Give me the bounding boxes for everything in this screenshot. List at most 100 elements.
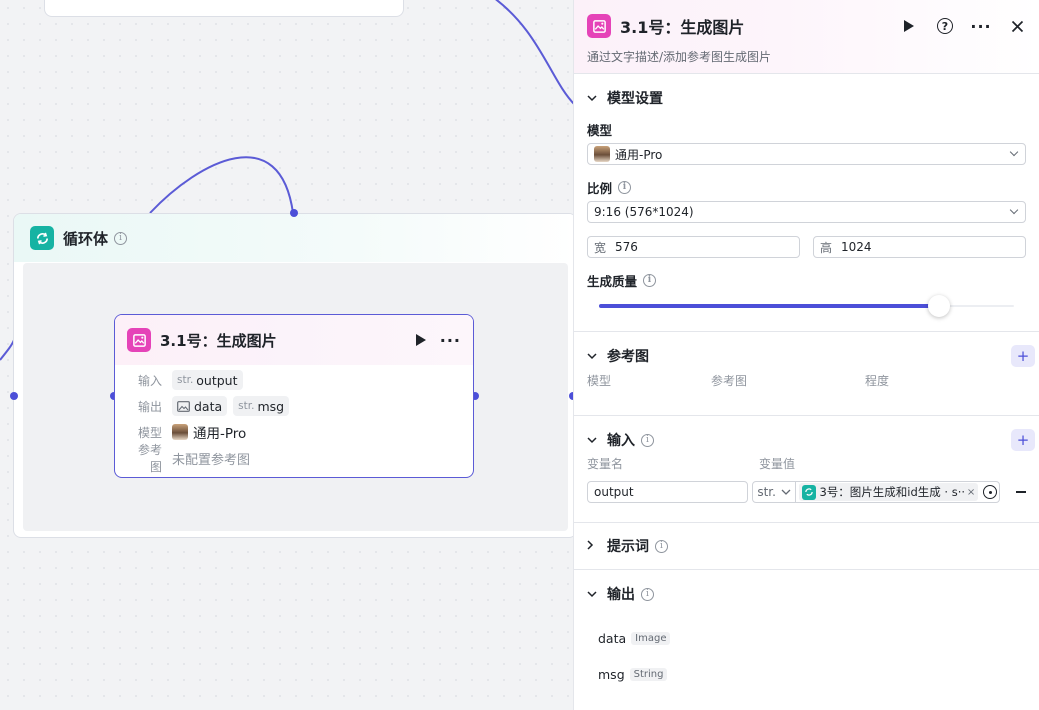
output-msg-value: msg bbox=[257, 398, 285, 414]
close-button[interactable] bbox=[1008, 17, 1026, 35]
loop-node-title: 循环体 bbox=[63, 229, 109, 248]
var-type-select[interactable]: str. bbox=[757, 485, 776, 499]
help-button[interactable]: ? bbox=[936, 17, 954, 35]
width-value: 576 bbox=[615, 240, 638, 254]
node-input-row: 输入 str. output bbox=[115, 367, 473, 393]
model-avatar bbox=[594, 146, 610, 162]
info-icon[interactable]: i bbox=[641, 433, 654, 447]
section-title: 输入 bbox=[607, 433, 635, 449]
more-icon: ··· bbox=[970, 16, 992, 36]
model-avatar bbox=[172, 424, 188, 440]
type-prefix: str. bbox=[177, 374, 194, 386]
input-key: 输入 bbox=[137, 373, 162, 388]
model-select-value: 通用-Pro bbox=[615, 147, 663, 162]
info-icon[interactable]: i bbox=[641, 587, 654, 601]
output-type-badge: Image bbox=[631, 631, 671, 645]
var-value-input[interactable]: str. 3号：图片生成和id生成 · s··· × bbox=[752, 481, 1001, 503]
prompt-header[interactable]: 提示词 i bbox=[587, 523, 1026, 569]
image-gen-icon bbox=[587, 14, 611, 38]
ratio-select[interactable]: 9:16 (576*1024) bbox=[587, 201, 1026, 223]
input-col-name: 变量名 bbox=[587, 457, 624, 471]
loop-icon bbox=[801, 484, 817, 500]
model-key: 模型 bbox=[137, 425, 162, 440]
output-name: msg bbox=[598, 666, 625, 682]
chevron-down-icon bbox=[587, 434, 603, 447]
prompt-section: 提示词 i bbox=[574, 523, 1039, 570]
width-input[interactable]: 宽 576 bbox=[587, 236, 800, 258]
ref-col-degree: 程度 bbox=[865, 374, 890, 388]
reference-section: 参考图 + 模型 参考图 程度 bbox=[574, 332, 1039, 416]
output-key: 输出 bbox=[137, 399, 162, 414]
var-name-input[interactable]: output bbox=[587, 481, 749, 503]
info-icon[interactable]: i bbox=[655, 539, 668, 553]
output-section: 输出 i data Image msg String bbox=[574, 570, 1039, 710]
input-tag: str. output bbox=[172, 370, 243, 390]
output-item: data Image bbox=[598, 620, 1026, 656]
info-icon[interactable]: i bbox=[643, 274, 657, 287]
chevron-down-icon bbox=[781, 489, 791, 495]
more-icon[interactable]: ··· bbox=[440, 331, 461, 350]
section-title: 输出 bbox=[607, 587, 635, 603]
quality-label: 生成质量 i bbox=[587, 271, 1026, 290]
height-input[interactable]: 高 1024 bbox=[813, 236, 1026, 258]
ratio-label-text: 比例 bbox=[587, 181, 613, 196]
add-input-button[interactable]: + bbox=[1011, 429, 1035, 451]
height-label: 高 bbox=[820, 240, 833, 255]
ref-col-image: 参考图 bbox=[711, 374, 748, 388]
close-icon bbox=[1011, 20, 1023, 32]
model-select[interactable]: 通用-Pro bbox=[587, 143, 1026, 165]
var-name-value: output bbox=[594, 485, 634, 499]
node-settings-panel: 3.1号：生成图片 ? ··· 通过文字描述/添加参考图生成图片 模型设置 模型… bbox=[573, 0, 1039, 710]
question-icon: ? bbox=[937, 18, 953, 34]
type-prefix: str. bbox=[238, 400, 255, 412]
height-value: 1024 bbox=[841, 240, 872, 254]
previous-node[interactable] bbox=[44, 0, 404, 17]
info-icon[interactable]: i bbox=[114, 231, 128, 245]
section-title: 模型设置 bbox=[607, 91, 663, 107]
more-button[interactable]: ··· bbox=[970, 16, 992, 36]
ratio-select-value: 9:16 (576*1024) bbox=[594, 205, 694, 219]
chevron-down-icon bbox=[587, 350, 603, 363]
image-gen-node-header: 3.1号：生成图片 ··· bbox=[115, 315, 473, 365]
model-settings-header[interactable]: 模型设置 bbox=[587, 74, 1026, 122]
chevron-down-icon bbox=[1009, 147, 1019, 157]
node-ref-row: 参考图 未配置参考图 bbox=[115, 443, 473, 474]
panel-header: 3.1号：生成图片 ? ··· 通过文字描述/添加参考图生成图片 bbox=[574, 0, 1039, 74]
slider-thumb[interactable] bbox=[928, 295, 950, 317]
add-reference-button[interactable]: + bbox=[1011, 345, 1035, 367]
panel-title[interactable]: 3.1号：生成图片 bbox=[620, 14, 882, 38]
chevron-down-icon bbox=[587, 588, 603, 601]
loop-icon bbox=[30, 226, 54, 250]
chevron-down-icon bbox=[1009, 205, 1019, 215]
panel-description: 通过文字描述/添加参考图生成图片 bbox=[587, 50, 772, 64]
ref-key: 参考图 bbox=[137, 443, 162, 474]
play-icon[interactable] bbox=[415, 334, 426, 346]
loop-input-port[interactable] bbox=[290, 209, 298, 217]
section-title: 参考图 bbox=[607, 349, 649, 365]
remove-input-button[interactable] bbox=[1016, 491, 1026, 493]
chevron-right-icon bbox=[587, 539, 603, 553]
quality-label-text: 生成质量 bbox=[587, 274, 638, 289]
chevron-down-icon bbox=[587, 92, 603, 105]
quality-slider[interactable] bbox=[587, 294, 1026, 318]
var-ref-tag[interactable]: 3号：图片生成和id生成 · s··· × bbox=[798, 483, 979, 501]
section-title: 提示词 bbox=[607, 539, 649, 555]
close-icon[interactable]: × bbox=[967, 487, 975, 498]
loop-inner-start-port[interactable] bbox=[10, 392, 18, 400]
target-icon[interactable] bbox=[983, 485, 998, 499]
info-icon[interactable]: i bbox=[618, 181, 632, 194]
model-value: 通用-Pro bbox=[193, 426, 247, 442]
output-header[interactable]: 输出 i bbox=[587, 570, 1026, 618]
var-ref-text: 3号：图片生成和id生成 · s··· bbox=[819, 485, 964, 499]
output-msg-tag: str. msg bbox=[233, 396, 290, 416]
run-button[interactable] bbox=[900, 17, 918, 35]
ref-value: 未配置参考图 bbox=[172, 452, 251, 468]
image-gen-icon bbox=[127, 328, 151, 352]
image-gen-node[interactable]: 3.1号：生成图片 ··· 输入 str. output 输出 data str.… bbox=[114, 314, 474, 478]
input-col-value: 变量值 bbox=[759, 457, 796, 471]
input-section: 输入 i + 变量名 变量值 output str. 3号：图片生成和id生成 … bbox=[574, 416, 1039, 523]
input-value: output bbox=[196, 372, 238, 388]
play-icon bbox=[904, 20, 914, 32]
node-output-row: 输出 data str. msg bbox=[115, 393, 473, 419]
slider-fill bbox=[599, 304, 939, 308]
